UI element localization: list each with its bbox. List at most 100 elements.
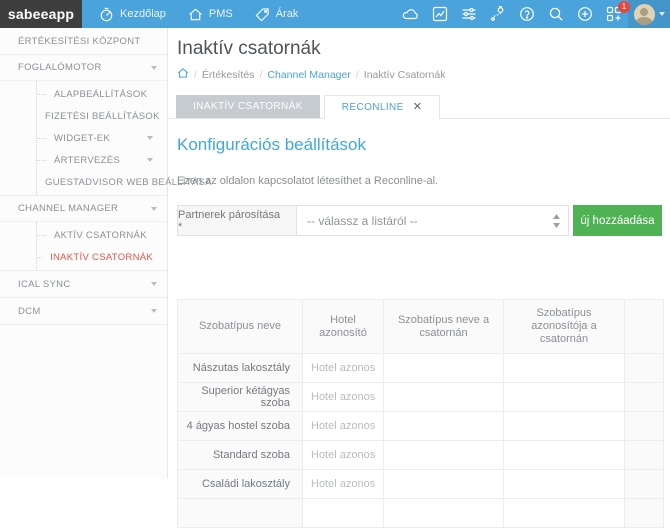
sidebar-item-channel-manager[interactable]: CHANNEL MANAGER: [0, 196, 167, 222]
row-action-cell: [625, 470, 664, 499]
section-description: Ezen az oldalon kapcsolatot létesíthet a…: [177, 175, 662, 187]
room-type-name: 4 ágyas hostel szoba: [178, 412, 303, 441]
page-header: Inaktív csatornák / Értékesítés / Channe…: [169, 28, 670, 82]
tag-icon: [255, 7, 270, 22]
table-row: [178, 499, 664, 528]
chevron-down-icon: [147, 158, 153, 162]
room-type-name: Nászutas lakosztály: [178, 354, 303, 383]
channel-room-id-input[interactable]: [504, 499, 624, 527]
sidebar-item-aktív-csatornák[interactable]: AKTÍV CSATORNÁK: [37, 224, 167, 246]
hotel-id-input[interactable]: [303, 441, 383, 469]
partner-select[interactable]: -- válassz a listáról --: [296, 205, 569, 236]
sidebar-item-ártervezés[interactable]: ÁRTERVEZÉS: [37, 149, 167, 171]
main-menu: Kezdőlap PMS Árak: [82, 0, 309, 28]
chevron-down-icon: [151, 309, 157, 313]
room-type-name: Standard szoba: [178, 441, 303, 470]
add-new-button[interactable]: új hozzáadása: [573, 205, 662, 236]
channel-room-id-input[interactable]: [504, 354, 624, 382]
channel-room-name-input[interactable]: [384, 383, 503, 411]
chart-icon[interactable]: [425, 0, 454, 28]
avatar: [634, 4, 655, 25]
sidebar-item-dcm[interactable]: DCM: [0, 298, 167, 324]
sidebar-item-alapbeállítások[interactable]: ALAPBEÁLLÍTÁSOK: [37, 83, 167, 105]
gauge-icon: [99, 7, 114, 22]
navbar-actions: 1: [396, 0, 670, 28]
partner-pairing-row: Partnerek párosítása * -- válassz a list…: [177, 205, 662, 236]
table-body: Nászutas lakosztálySuperior kétágyas szo…: [178, 354, 664, 528]
breadcrumb: / Értékesítés / Channel Manager / Inaktí…: [177, 67, 662, 82]
channel-room-name-input[interactable]: [384, 354, 503, 382]
menu-item-arak[interactable]: Árak: [244, 0, 310, 28]
room-type-name: [178, 499, 303, 528]
hotel-id-input[interactable]: [303, 499, 383, 527]
home-icon: [188, 7, 203, 22]
row-action-cell: [625, 441, 664, 470]
sidebar-item-inaktív-csatornák[interactable]: INAKTÍV CSATORNÁK: [37, 246, 167, 268]
room-mapping-table: Szobatípus neveHotel azonosítóSzobatípus…: [177, 299, 664, 528]
sidebar-item-widget-ek[interactable]: WIDGET-EK: [37, 127, 167, 149]
room-type-name: Superior kétágyas szoba: [178, 383, 303, 412]
channel-room-name-input[interactable]: [384, 412, 503, 440]
sliders-icon[interactable]: [454, 0, 483, 28]
chevron-down-icon: [151, 66, 157, 70]
sidebar-item-fizetési-beállítások[interactable]: FIZETÉSI BEÁLLÍTÁSOK: [37, 105, 167, 127]
sidebar-item-értékesítési-központ[interactable]: ÉRTÉKESÍTÉSI KÖZPONT: [0, 28, 167, 54]
sidebar-item-ical-sync[interactable]: ICAL SYNC: [0, 271, 167, 297]
column-header: Szobatípus neve a csatornán: [384, 300, 504, 354]
help-icon[interactable]: [512, 0, 541, 28]
channel-room-id-input[interactable]: [504, 383, 624, 411]
table-row: Családi lakosztály: [178, 470, 664, 499]
tab-inaktiv-csatornak[interactable]: INAKTÍV CSATORNÁK: [176, 95, 320, 118]
chevron-down-icon: [659, 12, 665, 16]
app-logo[interactable]: sabeeapp: [0, 0, 82, 28]
hotel-id-input[interactable]: [303, 412, 383, 440]
hotel-id-input[interactable]: [303, 354, 383, 382]
partner-pairing-label: Partnerek párosítása *: [177, 205, 296, 236]
chevron-down-icon: [151, 282, 157, 286]
cloud-icon[interactable]: [396, 0, 425, 28]
user-menu[interactable]: [628, 0, 670, 28]
select-arrows-icon: [552, 214, 561, 231]
tab-content: Konfigurációs beállítások Ezen az oldalo…: [169, 119, 670, 528]
channel-room-id-input[interactable]: [504, 470, 624, 498]
channel-room-name-input[interactable]: [384, 441, 503, 469]
breadcrumb-item[interactable]: Channel Manager: [267, 69, 350, 81]
section-heading: Konfigurációs beállítások: [177, 135, 662, 155]
main-content: Inaktív csatornák / Értékesítés / Channe…: [169, 28, 670, 478]
channel-room-id-input[interactable]: [504, 441, 624, 469]
menu-item-kezdolap[interactable]: Kezdőlap: [88, 0, 177, 28]
table-row: Standard szoba: [178, 441, 664, 470]
search-icon[interactable]: [541, 0, 570, 28]
breadcrumb-item: Inaktív Csatornák: [364, 69, 446, 81]
row-action-cell: [625, 412, 664, 441]
column-header: Hotel azonosító: [303, 300, 384, 354]
home-icon[interactable]: [177, 67, 189, 82]
channel-room-name-input[interactable]: [384, 470, 503, 498]
sidebar-item-guestadvisor-web-beállítása[interactable]: GUESTADVISOR WEB BEÁLLÍTÁSA: [37, 171, 167, 193]
room-type-name: Családi lakosztály: [178, 470, 303, 499]
hotel-id-input[interactable]: [303, 383, 383, 411]
menu-item-pms[interactable]: PMS: [177, 0, 244, 28]
table-header: Szobatípus neveHotel azonosítóSzobatípus…: [178, 300, 664, 354]
tab-bar: INAKTÍV CSATORNÁK RECONLINE ✕: [169, 95, 670, 119]
breadcrumb-item[interactable]: Értékesítés: [202, 69, 255, 81]
hotel-id-input[interactable]: [303, 470, 383, 498]
row-action-cell: [625, 499, 664, 528]
plus-circle-icon[interactable]: [570, 0, 599, 28]
close-icon[interactable]: ✕: [413, 102, 423, 113]
table-row: 4 ágyas hostel szoba: [178, 412, 664, 441]
tab-reconline[interactable]: RECONLINE ✕: [324, 95, 441, 119]
row-action-cell: [625, 354, 664, 383]
top-navbar: sabeeapp Kezdőlap PMS Árak: [0, 0, 670, 28]
channel-room-name-input[interactable]: [384, 499, 503, 527]
sidebar-nav: ÉRTÉKESÍTÉSI KÖZPONTFOGLALÓMOTORALAPBEÁL…: [0, 28, 168, 478]
apps-icon[interactable]: 1: [599, 0, 628, 28]
sidebar-item-foglalómotor[interactable]: FOGLALÓMOTOR: [0, 55, 167, 81]
table-row: Superior kétágyas szoba: [178, 383, 664, 412]
row-action-cell: [625, 383, 664, 412]
page-title: Inaktív csatornák: [177, 38, 662, 60]
column-header: Szobatípus neve: [178, 300, 303, 354]
channel-room-id-input[interactable]: [504, 412, 624, 440]
chevron-down-icon: [151, 207, 157, 211]
route-icon[interactable]: [483, 0, 512, 28]
